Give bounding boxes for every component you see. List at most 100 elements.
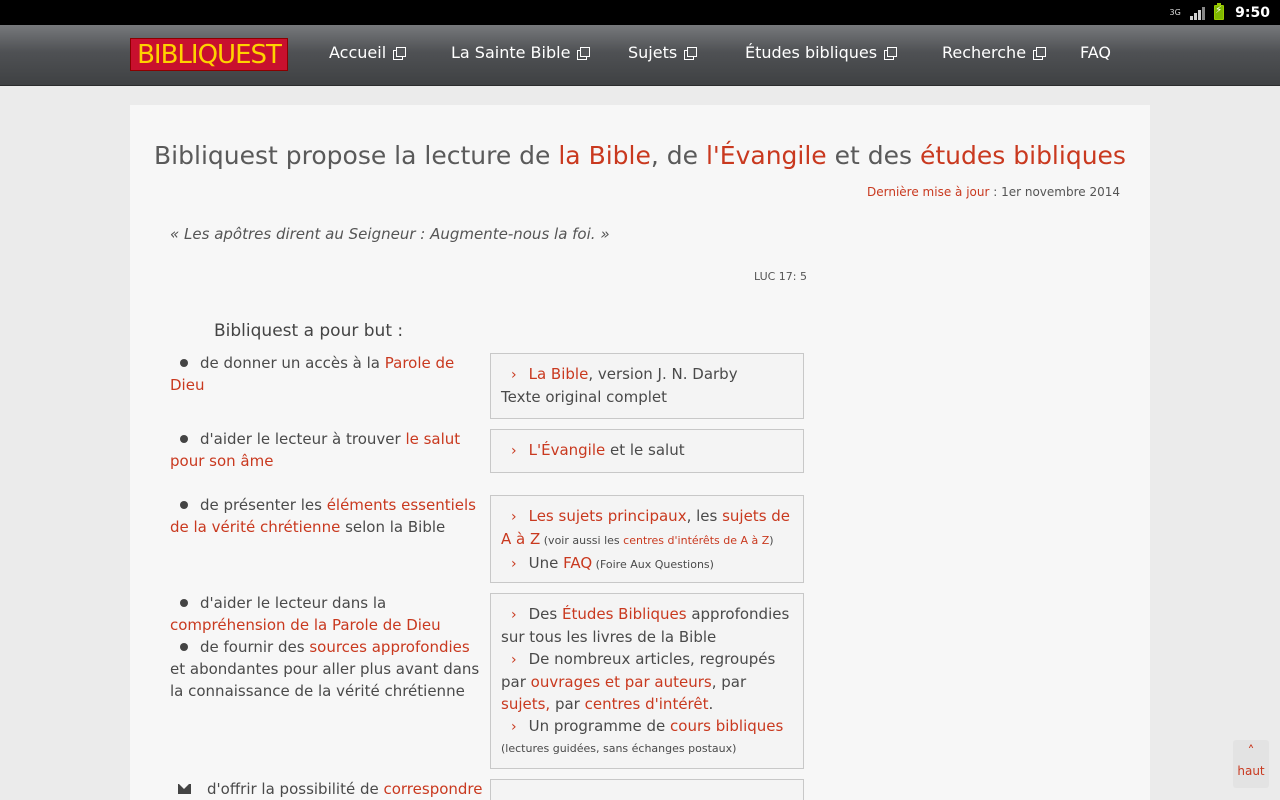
link-ouvrages-auteurs[interactable]: ouvrages et par auteurs bbox=[531, 673, 712, 691]
nav-item-accueil[interactable]: Accueil bbox=[329, 43, 407, 62]
box-text: , les bbox=[686, 507, 723, 525]
network-type-indicator: 3G bbox=[1169, 7, 1181, 17]
link-correspondre[interactable]: correspondre bbox=[383, 780, 482, 798]
box-etudes: › Des Études Bibliques approfondies sur t… bbox=[490, 593, 804, 769]
box-evangile: › L'Évangile et le salut bbox=[490, 429, 804, 473]
last-update-link[interactable]: Dernière mise à jour bbox=[867, 185, 989, 199]
external-window-icon bbox=[393, 47, 407, 60]
box-bible: › La Bible, version J. N. Darby Texte ori… bbox=[490, 353, 804, 419]
goals-heading: Bibliquest a pour but : bbox=[214, 321, 404, 341]
goal-text: de fournir des bbox=[200, 638, 310, 656]
box-text: Une bbox=[528, 554, 564, 572]
bullet-icon bbox=[180, 643, 188, 651]
link-sources-approfondies[interactable]: sources approfondies bbox=[309, 638, 469, 656]
external-window-icon bbox=[1033, 47, 1047, 60]
box-text: , par bbox=[711, 673, 747, 691]
link-centres-interets-a-z[interactable]: centres d'intérêts de A à Z bbox=[623, 534, 769, 547]
goal-item: de présenter les éléments essentiels de … bbox=[170, 494, 488, 538]
nav-item-sujets[interactable]: Sujets bbox=[628, 43, 698, 62]
link-box-evangile[interactable]: L'Évangile bbox=[529, 441, 606, 459]
nav-item-label: Études bibliques bbox=[745, 43, 878, 62]
box-text: Des bbox=[528, 605, 562, 623]
nav-item-faq[interactable]: FAQ bbox=[1080, 43, 1111, 62]
verse-reference: LUC 17: 5 bbox=[754, 270, 808, 283]
verse-quote: « Les apôtres dirent au Seigneur : Augme… bbox=[170, 225, 610, 243]
box-text: Texte original complet bbox=[501, 388, 668, 406]
goal-item: de donner un accès à la Parole de Dieu bbox=[170, 352, 488, 396]
box-small-text: (Foire Aux Questions) bbox=[592, 558, 714, 571]
box-text: Un programme de bbox=[528, 717, 671, 735]
nav-item-recherche[interactable]: Recherche bbox=[942, 43, 1047, 62]
page-title: Bibliquest propose la lecture de la Bibl… bbox=[130, 141, 1150, 170]
box-small-text: (lectures guidées, sans échanges postaux… bbox=[501, 742, 737, 755]
goal-item: d'aider le lecteur dans la compréhension… bbox=[170, 592, 488, 636]
title-text: , de bbox=[650, 141, 706, 170]
mail-icon bbox=[178, 784, 191, 794]
external-window-icon bbox=[884, 47, 898, 60]
nav-item-la-sainte-bible[interactable]: La Sainte Bible bbox=[451, 43, 591, 62]
chevron-right-icon: › bbox=[511, 556, 517, 572]
top-navigation-bar: BIBLIQUEST Accueil La Sainte Bible Sujet… bbox=[0, 25, 1280, 86]
box-text: et le salut bbox=[605, 441, 685, 459]
box-contact bbox=[490, 779, 804, 800]
clock: 9:50 bbox=[1235, 4, 1270, 21]
chevron-right-icon: › bbox=[511, 719, 517, 735]
link-centres-interet[interactable]: centres d'intérêt bbox=[585, 695, 709, 713]
last-update-date: 1er novembre 2014 bbox=[1001, 185, 1120, 199]
link-etudes-bibliques[interactable]: études bibliques bbox=[920, 141, 1126, 170]
link-box-la-bible[interactable]: La Bible bbox=[529, 365, 589, 383]
box-text: , version J. N. Darby bbox=[588, 365, 738, 383]
bullet-icon bbox=[180, 359, 188, 367]
goal-item: d'aider le lecteur à trouver le salut po… bbox=[170, 428, 488, 472]
goal-text: et abondantes pour aller plus avant dans… bbox=[170, 660, 480, 700]
chevron-right-icon: › bbox=[511, 443, 517, 459]
goal-text: de présenter les bbox=[200, 496, 327, 514]
nav-item-label: Recherche bbox=[942, 43, 1027, 62]
chevron-right-icon: › bbox=[511, 367, 517, 383]
box-text: par bbox=[550, 695, 585, 713]
nav-item-label: La Sainte Bible bbox=[451, 43, 571, 62]
link-comprehension[interactable]: compréhension de la Parole de Dieu bbox=[170, 616, 441, 634]
last-update: Dernière mise à jour : 1er novembre 2014 bbox=[867, 185, 1120, 199]
back-to-top-button[interactable]: ˄ haut bbox=[1233, 740, 1269, 788]
bullet-icon bbox=[180, 435, 188, 443]
nav-item-etudes-bibliques[interactable]: Études bibliques bbox=[745, 43, 898, 62]
goal-text: d'aider le lecteur dans la bbox=[200, 594, 387, 612]
signal-strength-icon bbox=[1190, 6, 1206, 20]
goal-text: selon la Bible bbox=[340, 518, 446, 536]
box-text: . bbox=[708, 695, 714, 713]
box-small-text: ) bbox=[769, 534, 774, 547]
box-sujets: › Les sujets principaux, les sujets de A … bbox=[490, 495, 804, 583]
separator: : bbox=[989, 185, 1002, 199]
link-cours-bibliques[interactable]: cours bibliques bbox=[670, 717, 783, 735]
title-text: Bibliquest propose la lecture de bbox=[154, 141, 559, 170]
chevron-right-icon: › bbox=[511, 652, 517, 668]
link-la-bible[interactable]: la Bible bbox=[558, 141, 651, 170]
goal-text: d'offrir la possibilité de bbox=[207, 780, 384, 798]
goal-text: d'aider le lecteur à trouver bbox=[200, 430, 406, 448]
main-content: Bibliquest propose la lecture de la Bibl… bbox=[130, 105, 1150, 800]
link-box-etudes-bibliques[interactable]: Études Bibliques bbox=[562, 605, 687, 623]
goal-item: de fournir des sources approfondies et a… bbox=[170, 636, 488, 702]
link-evangile[interactable]: l'Évangile bbox=[706, 141, 827, 170]
link-sujets-principaux[interactable]: Les sujets principaux bbox=[529, 507, 687, 525]
bullet-icon bbox=[180, 501, 188, 509]
chevron-up-icon: ˄ bbox=[1247, 744, 1255, 760]
nav-item-label: FAQ bbox=[1080, 43, 1111, 62]
external-window-icon bbox=[577, 47, 591, 60]
goal-text: de donner un accès à la bbox=[200, 354, 385, 372]
back-to-top-label: haut bbox=[1237, 764, 1265, 778]
box-small-text: (voir aussi les bbox=[540, 534, 624, 547]
external-window-icon bbox=[684, 47, 698, 60]
bullet-icon bbox=[180, 599, 188, 607]
chevron-right-icon: › bbox=[511, 607, 517, 623]
link-faq[interactable]: FAQ bbox=[563, 554, 592, 572]
link-sujets[interactable]: sujets, bbox=[501, 695, 550, 713]
bibliquest-logo[interactable]: BIBLIQUEST bbox=[130, 38, 288, 71]
chevron-right-icon: › bbox=[511, 509, 517, 525]
nav-item-label: Sujets bbox=[628, 43, 678, 62]
android-status-bar: 3G 9:50 bbox=[0, 0, 1280, 25]
battery-charging-icon bbox=[1214, 3, 1225, 20]
nav-item-label: Accueil bbox=[329, 43, 387, 62]
title-text: et des bbox=[826, 141, 920, 170]
